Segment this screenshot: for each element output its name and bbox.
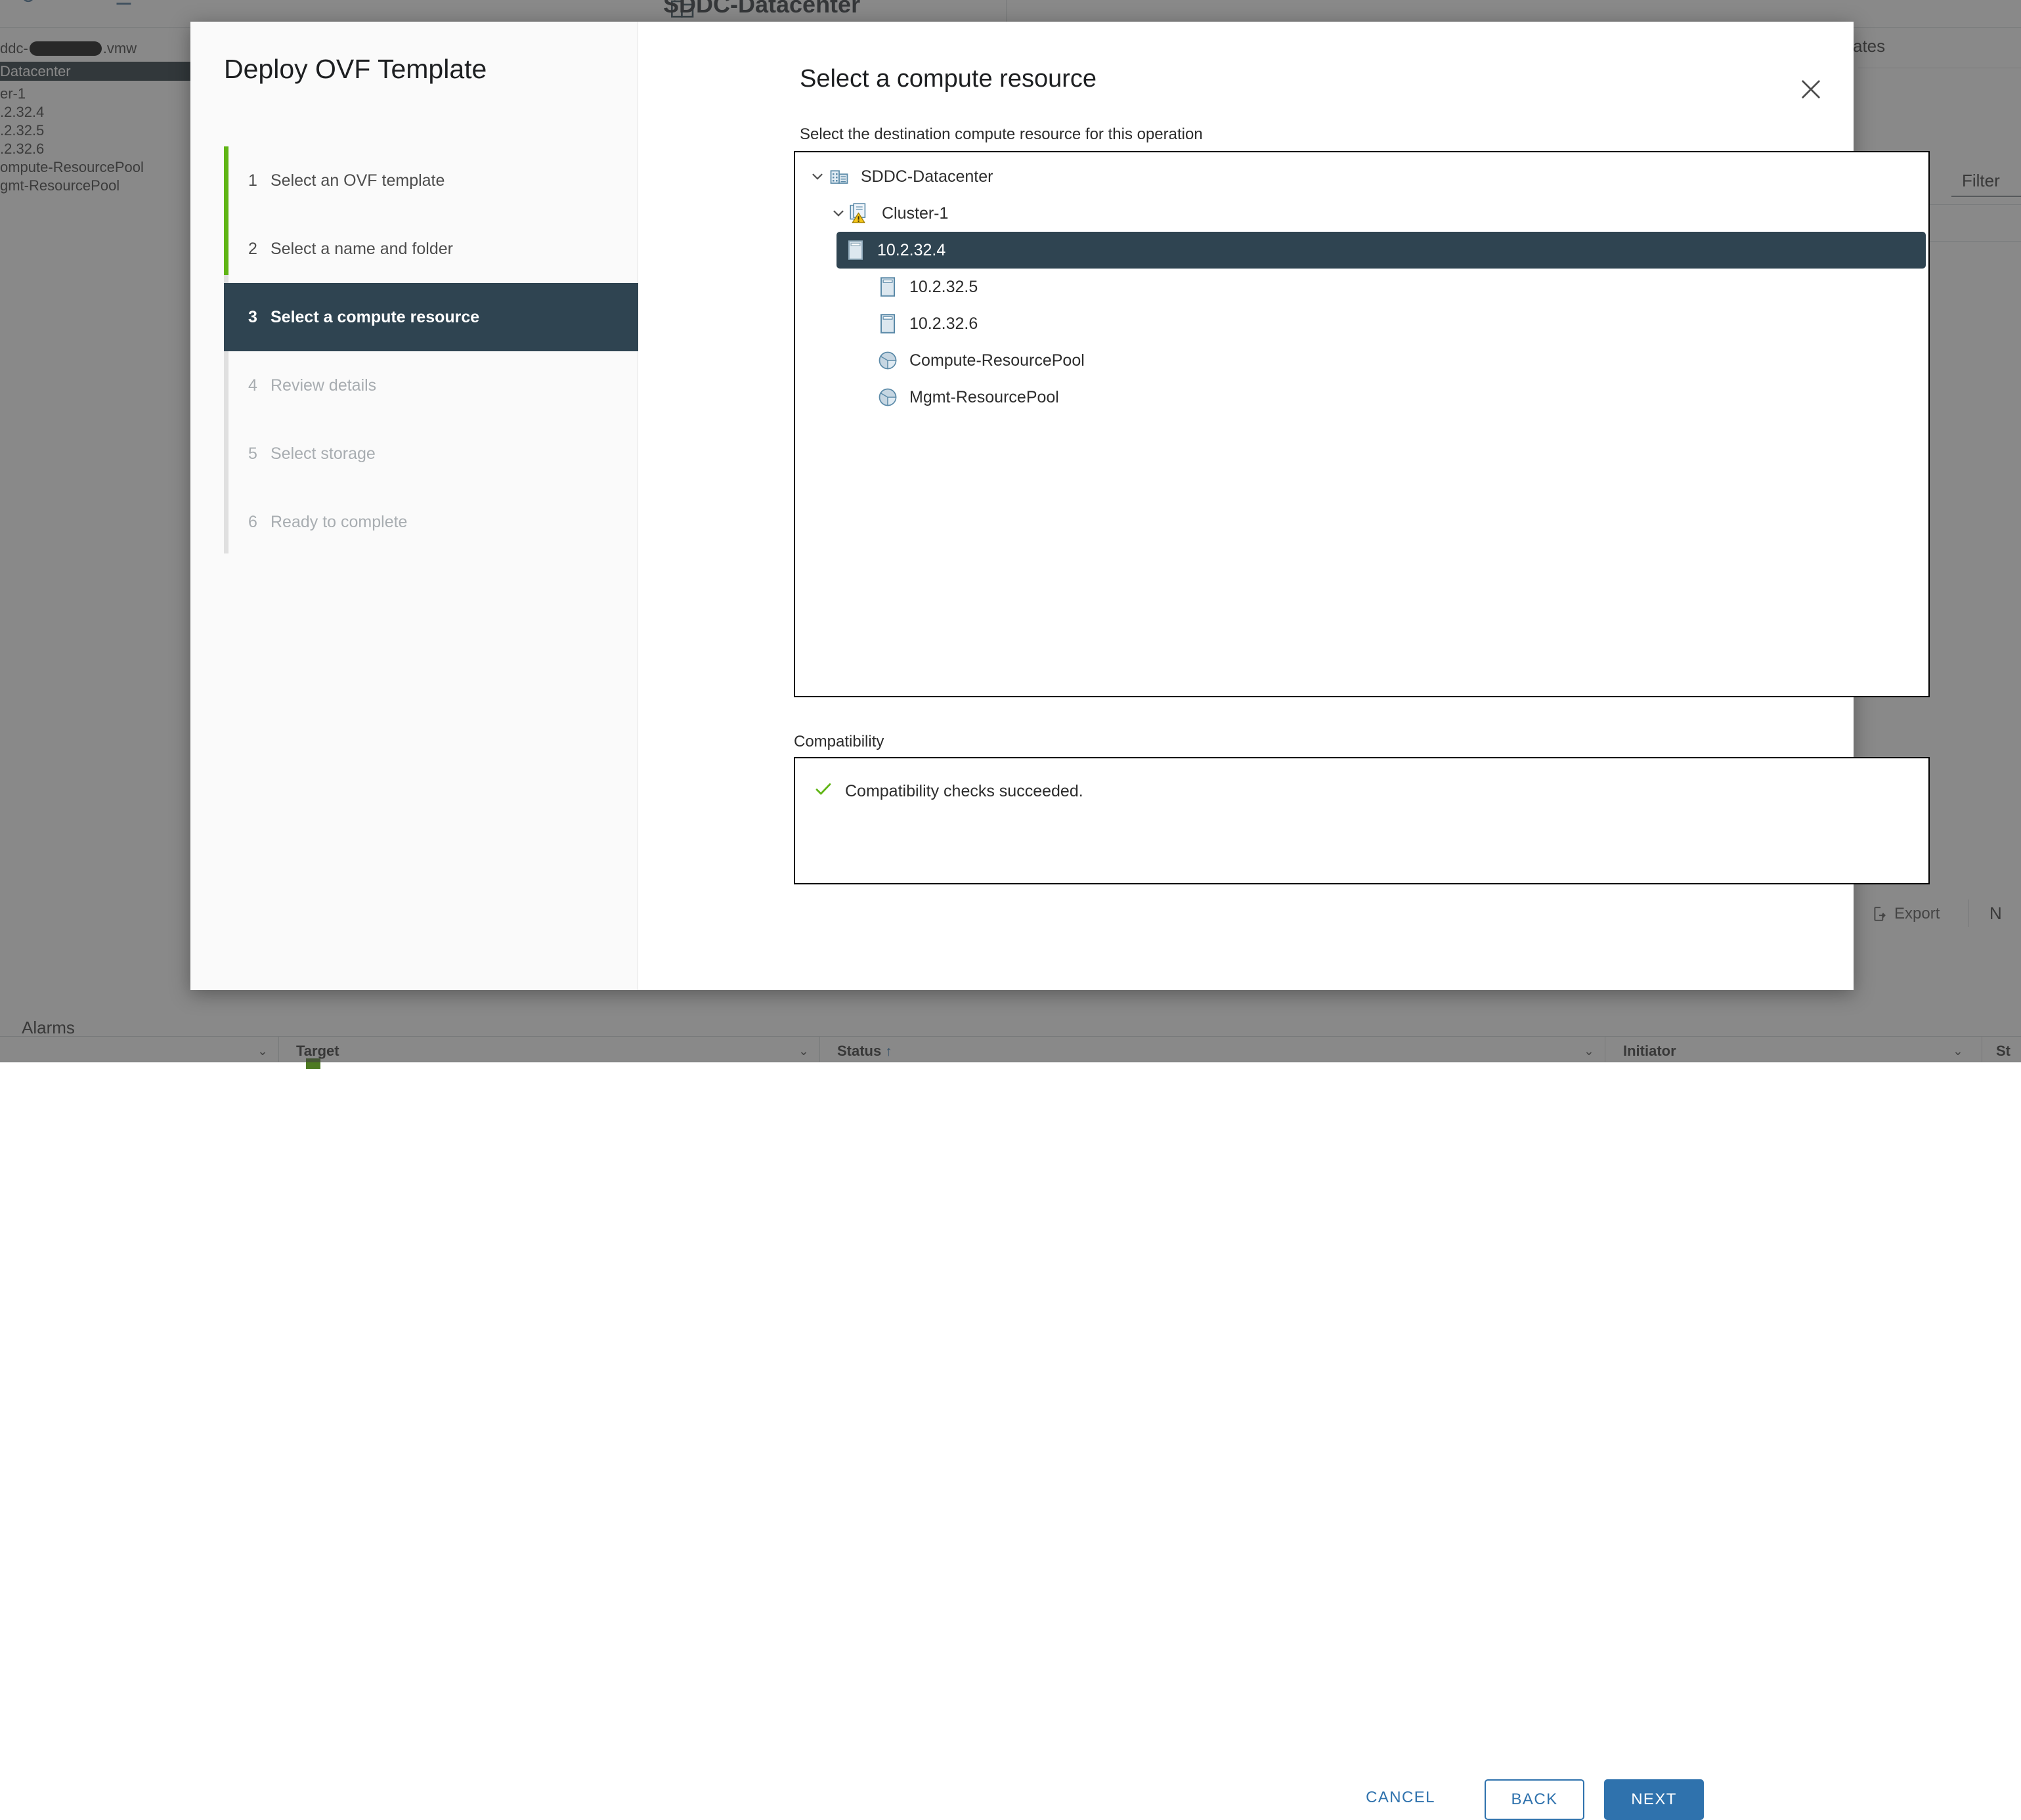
tree-item-host-10-2-32-5[interactable]: 10.2.32.5 — [795, 269, 1928, 305]
cancel-button[interactable]: CANCEL — [1351, 1779, 1450, 1816]
chevron-down-icon[interactable] — [827, 205, 850, 222]
dialog-title: Deploy OVF Template — [224, 54, 487, 85]
step-label: Select an OVF template — [271, 171, 445, 190]
back-button[interactable]: BACK — [1485, 1779, 1584, 1820]
chevron-down-icon[interactable] — [806, 168, 829, 185]
tree-item-label: Cluster-1 — [882, 204, 948, 223]
tree-item-label: 10.2.32.4 — [877, 241, 945, 260]
step-number: 6 — [248, 513, 271, 532]
tree-item-label: 10.2.32.5 — [909, 278, 978, 297]
tree-item-cluster[interactable]: Cluster-1 — [795, 195, 1928, 232]
dialog-footer: CANCEL BACK NEXT — [638, 892, 1854, 990]
wizard-step-5[interactable]: 5 Select storage — [224, 420, 638, 488]
step-label: Select a compute resource — [271, 308, 479, 327]
step-number: 3 — [248, 308, 271, 327]
tree-item-mgmt-resourcepool[interactable]: Mgmt-ResourcePool — [795, 379, 1928, 416]
step-number: 2 — [248, 240, 271, 259]
tree-item-host-10-2-32-4[interactable]: 10.2.32.4 — [837, 232, 1926, 269]
wizard-steps-pane: Deploy OVF Template 1 Select an OVF temp… — [190, 22, 638, 990]
close-icon[interactable] — [1797, 76, 1825, 103]
compatibility-label: Compatibility — [794, 733, 884, 751]
check-icon — [814, 779, 833, 803]
resource-pool-icon — [877, 387, 898, 407]
wizard-step-6[interactable]: 6 Ready to complete — [224, 488, 638, 556]
tree-item-label: Mgmt-ResourcePool — [909, 388, 1059, 407]
datacenter-icon — [829, 167, 850, 186]
tree-item-label: SDDC-Datacenter — [861, 167, 993, 186]
wizard-step-list: 1 Select an OVF template 2 Select a name… — [224, 146, 638, 556]
wizard-step-2[interactable]: 2 Select a name and folder — [224, 215, 638, 283]
page-subtitle: Select the destination compute resource … — [800, 125, 1203, 144]
tree-item-label: 10.2.32.6 — [909, 314, 978, 334]
compatibility-status: Compatibility checks succeeded. — [795, 758, 1928, 803]
compatibility-message: Compatibility checks succeeded. — [845, 782, 1083, 801]
compatibility-panel: Compatibility checks succeeded. — [794, 757, 1930, 884]
wizard-step-4[interactable]: 4 Review details — [224, 351, 638, 420]
tree-item-label: Compute-ResourcePool — [909, 351, 1085, 370]
host-icon — [845, 240, 866, 260]
next-button[interactable]: NEXT — [1604, 1779, 1704, 1820]
deploy-ovf-template-dialog: Deploy OVF Template 1 Select an OVF temp… — [190, 22, 1854, 990]
wizard-step-1[interactable]: 1 Select an OVF template — [224, 146, 638, 215]
wizard-step-3[interactable]: 3 Select a compute resource — [224, 283, 638, 351]
cluster-warning-icon — [850, 203, 871, 224]
step-number: 4 — [248, 376, 271, 395]
step-label: Select a name and folder — [271, 240, 453, 259]
resource-pool-icon — [877, 351, 898, 370]
compute-resource-tree[interactable]: SDDC-Datacenter Cluster-1 — [794, 151, 1930, 697]
step-number: 5 — [248, 444, 271, 464]
tree-item-datacenter[interactable]: SDDC-Datacenter — [795, 158, 1928, 195]
step-number: 1 — [248, 171, 271, 190]
wizard-content-pane: Select a compute resource Select the des… — [638, 22, 1854, 990]
tree-item-host-10-2-32-6[interactable]: 10.2.32.6 — [795, 305, 1928, 342]
host-icon — [877, 314, 898, 334]
step-label: Review details — [271, 376, 376, 395]
step-label: Select storage — [271, 444, 376, 464]
host-icon — [877, 277, 898, 297]
page-title: Select a compute resource — [800, 65, 1097, 93]
tree-item-compute-resourcepool[interactable]: Compute-ResourcePool — [795, 342, 1928, 379]
step-label: Ready to complete — [271, 513, 407, 532]
